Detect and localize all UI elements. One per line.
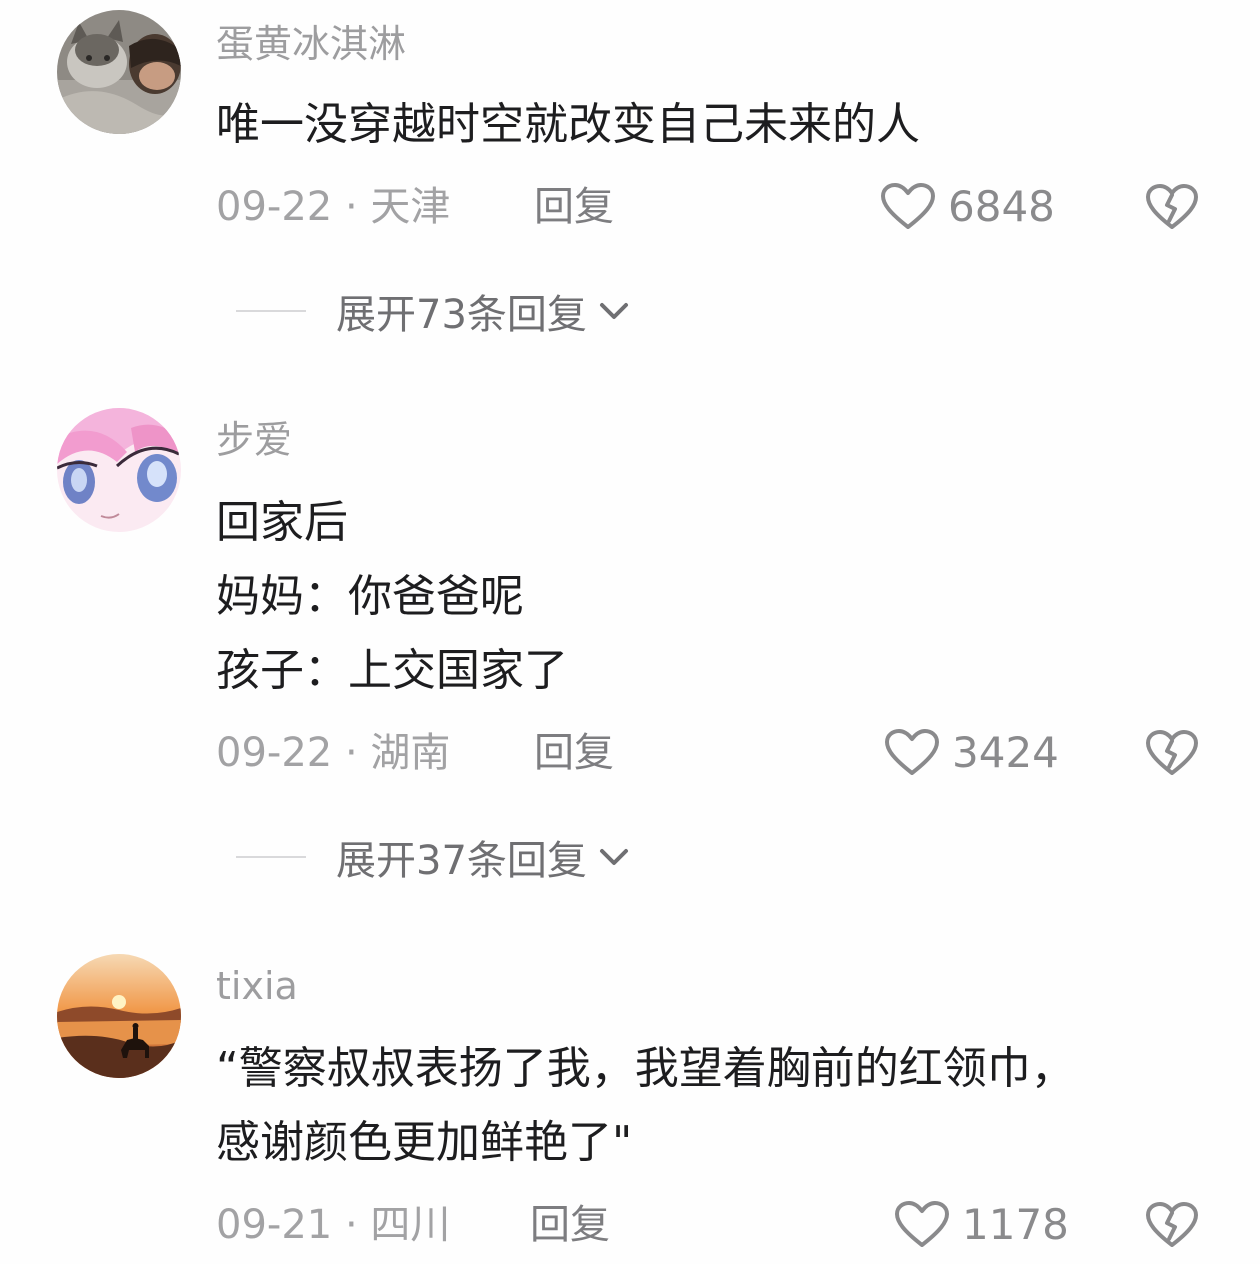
expand-replies[interactable]: 展开73条回复 [236,286,631,338]
dislike-button[interactable] [1144,728,1200,778]
anime-face-avatar-icon [57,408,181,532]
comment-line: 妈妈：你爸爸呢 [216,571,524,622]
like-count: 6848 [948,182,1055,231]
like-button[interactable]: 3424 [884,728,1059,778]
expand-replies[interactable]: 展开37条回复 [236,832,631,884]
avatar[interactable] [57,954,181,1078]
username[interactable]: 步爱 [216,418,292,462]
comment-line: “警察叔叔表扬了我，我望着胸前的红领巾， [216,1043,1075,1094]
broken-heart-icon [1146,184,1198,229]
dislike-button[interactable] [1144,182,1200,232]
comment-line: 孩子：上交国家了 [216,645,568,696]
heart-icon [895,1201,949,1247]
heart-icon [885,729,939,775]
avatar[interactable] [57,408,181,532]
reply-button[interactable]: 回复 [534,182,614,232]
sunset-rider-avatar-icon [57,954,181,1078]
date-location: 09-21 · 四川 [216,1202,451,1248]
chevron-down-icon [597,299,631,323]
like-count: 1178 [962,1200,1069,1249]
avatar[interactable] [57,10,181,134]
expand-replies-label: 展开37条回复 [336,838,587,884]
comment-text: 回家后 妈妈：你爸爸呢 孩子：上交国家了 [216,486,568,708]
comment-meta: 09-22 · 湖南 回复 3424 [216,728,1198,778]
reply-button[interactable]: 回复 [534,728,614,778]
date-location: 09-22 · 天津 [216,184,451,230]
cat-photo-avatar-icon [57,10,181,134]
comment-line: 唯一没穿越时空就改变自己未来的人 [216,99,920,150]
broken-heart-icon [1146,730,1198,775]
divider-line [236,856,306,858]
reply-button[interactable]: 回复 [530,1200,610,1250]
date-location: 09-22 · 湖南 [216,730,451,776]
chevron-down-icon [597,845,631,869]
expand-replies-label: 展开73条回复 [336,292,587,338]
username[interactable]: tixia [216,964,298,1008]
comment-meta: 09-22 · 天津 回复 6848 [216,182,1198,232]
dislike-button[interactable] [1144,1200,1200,1250]
like-button[interactable]: 1178 [894,1200,1069,1250]
username[interactable]: 蛋黄冰淇淋 [216,22,406,66]
like-count: 3424 [952,728,1059,777]
comment-text: 唯一没穿越时空就改变自己未来的人 [216,88,920,162]
divider-line [236,310,306,312]
comment-list: 蛋黄冰淇淋 唯一没穿越时空就改变自己未来的人 09-22 · 天津 回复 684… [0,0,1260,1264]
like-button[interactable]: 6848 [880,182,1055,232]
broken-heart-icon [1146,1202,1198,1247]
comment-line: 回家后 [216,497,348,548]
comment-text: “警察叔叔表扬了我，我望着胸前的红领巾， 感谢颜色更加鲜艳了" [216,1032,1075,1180]
heart-icon [881,183,935,229]
comment-line: 感谢颜色更加鲜艳了" [216,1117,633,1168]
comment-meta: 09-21 · 四川 回复 1178 [216,1200,1198,1250]
